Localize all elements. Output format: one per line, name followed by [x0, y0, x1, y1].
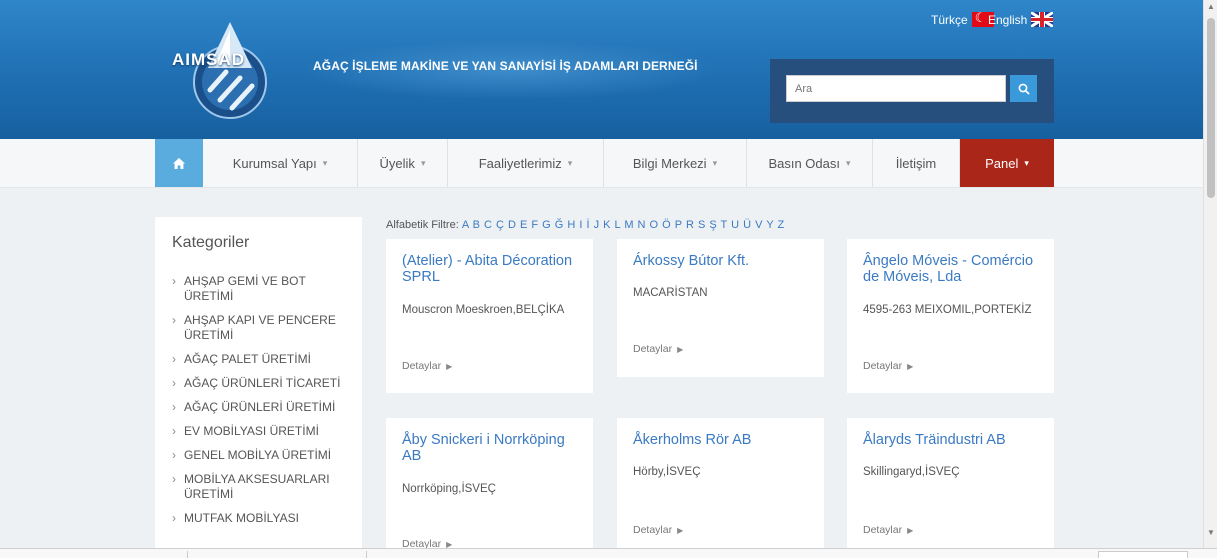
language-english-label: English: [988, 12, 1028, 27]
category-item[interactable]: EV MOBİLYASI ÜRETİMİ: [172, 424, 352, 439]
company-location: Mouscron Moeskroen,BELÇİKA: [402, 304, 565, 316]
status-divider: [187, 551, 188, 558]
company-card: Åkerholms Rör AB Hörby,İSVEÇ Detaylar ▶: [617, 418, 824, 548]
category-list: AHŞAP GEMİ VE BOT ÜRETİMİ AHŞAP KAPI VE …: [172, 274, 352, 535]
nav-item-iletisim[interactable]: İletişim: [873, 139, 960, 187]
company-name-link[interactable]: Ângelo Móveis - Comércio de Móveis, Lda: [863, 253, 1038, 285]
company-name-link[interactable]: Árkossy Bútor Kft.: [633, 253, 808, 269]
sidebar-title: Kategoriler: [172, 234, 250, 251]
nav-item-label: Basın Odası: [768, 155, 840, 171]
caret-right-icon: ▶: [677, 345, 684, 354]
company-location: 4595-263 MEIXOMIL,PORTEKİZ: [863, 304, 1032, 316]
details-link[interactable]: Detaylar ▶: [633, 343, 683, 355]
details-label: Detaylar: [633, 343, 673, 355]
bottom-status-bar: [0, 548, 1217, 558]
company-location: Norrköping,İSVEÇ: [402, 483, 496, 495]
scroll-down-icon[interactable]: ▼: [1207, 528, 1215, 537]
main-navigation: Kurumsal Yapı ▾ Üyelik ▾ Faaliyetlerimiz ▾ …: [0, 139, 1203, 188]
category-item[interactable]: MUTFAK MOBİLYASI: [172, 511, 352, 526]
site-header: Türkçe English AIMSAD AĞAÇ İŞLEME MAKİNE…: [0, 0, 1203, 139]
nav-item-label: Kurumsal Yapı: [232, 155, 317, 171]
details-link[interactable]: Detaylar ▶: [863, 360, 913, 372]
nav-home-button[interactable]: [155, 139, 203, 187]
alphabetic-filter-label: Alfabetik Filtre:: [386, 219, 459, 231]
caret-down-icon: ▾: [567, 157, 573, 168]
status-divider: [366, 551, 367, 558]
caret-down-icon: ▾: [712, 157, 718, 168]
scroll-up-icon[interactable]: ▲: [1207, 2, 1215, 11]
details-link[interactable]: Detaylar ▶: [863, 524, 913, 536]
category-item[interactable]: AHŞAP KAPI VE PENCERE ÜRETİMİ: [172, 313, 352, 343]
aimsad-logo-icon[interactable]: [168, 20, 293, 120]
search-input[interactable]: [786, 75, 1006, 102]
nav-item-label: İletişim: [895, 155, 937, 171]
search-panel: [770, 59, 1054, 123]
details-label: Detaylar: [863, 360, 903, 372]
uk-flag-icon: [1031, 12, 1054, 27]
nav-item-label: Panel: [985, 155, 1019, 171]
search-icon: [1018, 83, 1030, 95]
caret-right-icon: ▶: [677, 526, 684, 535]
search-button[interactable]: [1010, 75, 1037, 102]
categories-sidebar: Kategoriler AHŞAP GEMİ VE BOT ÜRETİMİ AH…: [155, 217, 362, 558]
company-name-link[interactable]: Åby Snickeri i Norrköping AB: [402, 432, 577, 464]
nav-item-label: Bilgi Merkezi: [632, 155, 707, 171]
company-name-link[interactable]: (Atelier) - Abita Décoration SPRL: [402, 253, 577, 285]
company-card: (Atelier) - Abita Décoration SPRL Mouscr…: [386, 239, 593, 393]
category-item[interactable]: GENEL MOBİLYA ÜRETİMİ: [172, 448, 352, 463]
caret-down-icon: ▾: [846, 157, 851, 168]
company-card: Ålaryds Träindustri AB Skillingaryd,İSVE…: [847, 418, 1054, 548]
company-location: MACARİSTAN: [633, 287, 708, 299]
details-link[interactable]: Detaylar ▶: [633, 524, 683, 536]
details-link[interactable]: Detaylar ▶: [402, 360, 452, 372]
nav-item-label: Üyelik: [379, 155, 415, 171]
home-icon: [173, 157, 185, 169]
alphabetic-filter: Alfabetik Filtre: A B C Ç D E F G Ğ H I …: [386, 219, 785, 231]
company-card: Åby Snickeri i Norrköping AB Norrköping,…: [386, 418, 593, 550]
caret-down-icon: ▾: [420, 157, 426, 168]
nav-item-label: Faaliyetlerimiz: [478, 155, 562, 171]
language-english-link[interactable]: English: [988, 12, 1054, 27]
status-box: [1098, 551, 1188, 558]
language-turkish-label: Türkçe: [931, 12, 968, 27]
caret-right-icon: ▶: [907, 526, 914, 535]
alphabetic-filter-letters[interactable]: A B C Ç D E F G Ğ H I İ J K L M N O Ö P …: [462, 219, 785, 231]
company-name-link[interactable]: Ålaryds Träindustri AB: [863, 432, 1038, 448]
nav-item-panel[interactable]: Panel ▾: [960, 139, 1054, 187]
category-item[interactable]: AĞAÇ PALET ÜRETİMİ: [172, 352, 352, 367]
category-item[interactable]: MOBİLYA AKSESUARLARI ÜRETİMİ: [172, 472, 352, 502]
company-card: Árkossy Bútor Kft. MACARİSTAN Detaylar ▶: [617, 239, 824, 377]
caret-down-icon: ▾: [1024, 157, 1029, 168]
caret-down-icon: ▾: [322, 157, 328, 168]
nav-item-bilgi-merkezi[interactable]: Bilgi Merkezi ▾: [604, 139, 747, 187]
category-item[interactable]: AĞAÇ ÜRÜNLERİ TİCARETİ: [172, 376, 352, 391]
caret-right-icon: ▶: [907, 362, 914, 371]
scrollbar-thumb[interactable]: [1207, 18, 1215, 198]
association-title: AĞAÇ İŞLEME MAKİNE VE YAN SANAYİSİ İŞ AD…: [313, 59, 698, 73]
caret-right-icon: ▶: [446, 362, 453, 371]
nav-item-faaliyetlerimiz[interactable]: Faaliyetlerimiz ▾: [448, 139, 604, 187]
nav-item-uyelik[interactable]: Üyelik ▾: [358, 139, 448, 187]
category-item[interactable]: AĞAÇ ÜRÜNLERİ ÜRETİMİ: [172, 400, 352, 415]
logo-text: AIMSAD: [172, 50, 246, 69]
details-label: Detaylar: [633, 524, 673, 536]
nav-item-basin-odasi[interactable]: Basın Odası ▾: [747, 139, 873, 187]
nav-item-kurumsal-yapi[interactable]: Kurumsal Yapı ▾: [203, 139, 358, 187]
category-item[interactable]: AHŞAP GEMİ VE BOT ÜRETİMİ: [172, 274, 352, 304]
details-label: Detaylar: [863, 524, 903, 536]
company-location: Skillingaryd,İSVEÇ: [863, 466, 960, 478]
company-name-link[interactable]: Åkerholms Rör AB: [633, 432, 808, 448]
details-label: Detaylar: [402, 360, 442, 372]
language-turkish-link[interactable]: Türkçe: [931, 10, 994, 27]
company-location: Hörby,İSVEÇ: [633, 466, 701, 478]
vertical-scrollbar[interactable]: ▲ ▼: [1203, 0, 1217, 548]
company-card: Ângelo Móveis - Comércio de Móveis, Lda …: [847, 239, 1054, 393]
